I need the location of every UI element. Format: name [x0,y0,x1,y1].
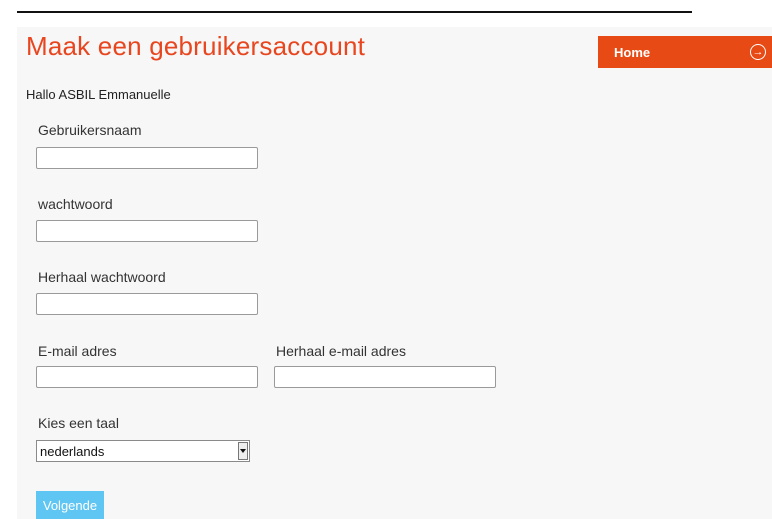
top-divider [17,11,692,13]
password-field[interactable] [36,220,258,242]
language-select[interactable]: nederlands [36,440,250,462]
language-label: Kies een taal [38,415,119,431]
email-field[interactable] [36,366,258,388]
next-button[interactable]: Volgende [36,491,104,519]
language-select-value: nederlands [40,443,105,459]
username-field[interactable] [36,147,258,169]
username-label: Gebruikersnaam [38,122,142,138]
chevron-down-icon[interactable] [238,442,248,460]
password-repeat-label: Herhaal wachtwoord [38,269,166,285]
greeting-text: Hallo ASBIL Emmanuelle [26,87,171,102]
arrow-right-circle-icon: → [750,44,766,60]
home-button-label: Home [614,44,651,60]
email-repeat-label: Herhaal e-mail adres [276,343,406,359]
page-title: Maak een gebruikersaccount [26,31,366,61]
home-button[interactable]: Home → [598,36,772,68]
password-label: wachtwoord [38,196,113,212]
email-repeat-field[interactable] [274,366,496,388]
email-label: E-mail adres [38,343,117,359]
password-repeat-field[interactable] [36,293,258,315]
